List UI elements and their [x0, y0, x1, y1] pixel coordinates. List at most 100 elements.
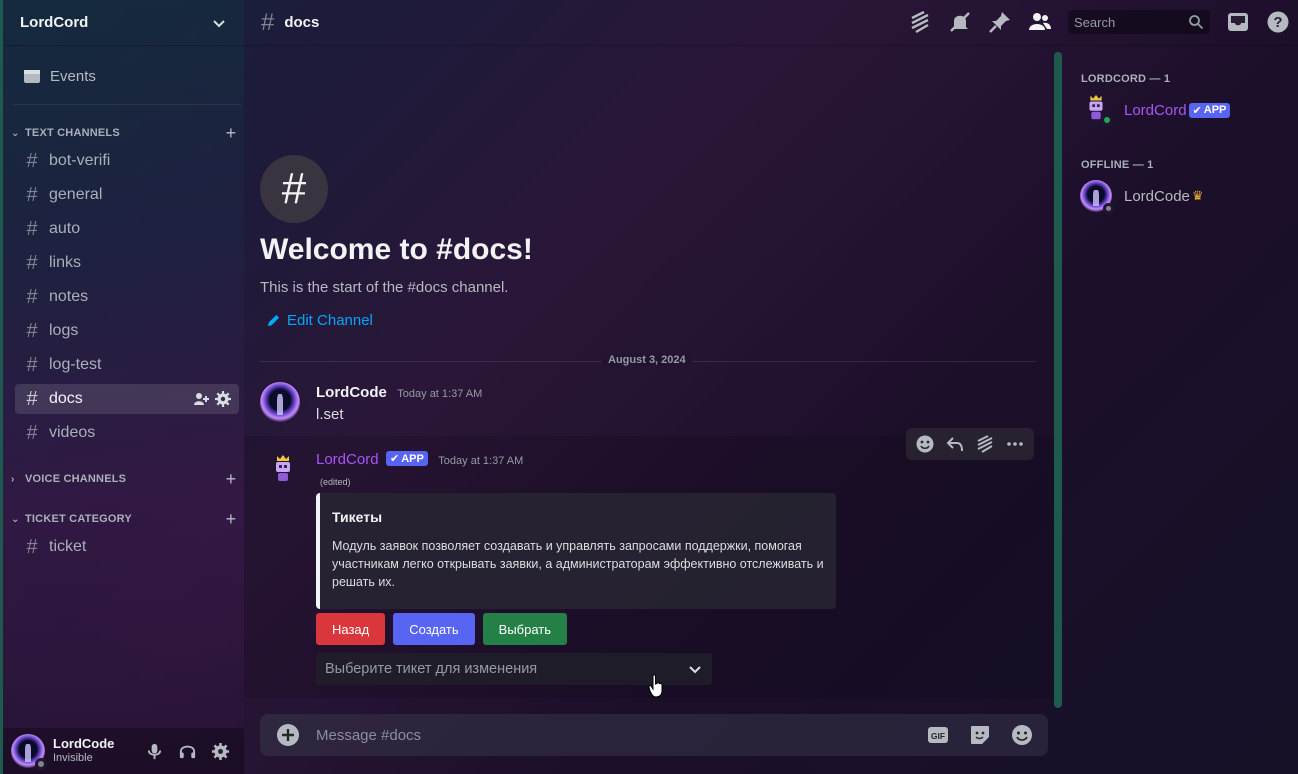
- gif-icon[interactable]: GIF: [926, 723, 950, 747]
- category-ticket[interactable]: ⌄ TICKET CATEGORY +: [11, 510, 239, 528]
- message-timestamp: Today at 1:37 AM: [397, 388, 483, 400]
- message-content: l.set: [316, 406, 344, 423]
- svg-text:?: ?: [1273, 14, 1282, 31]
- member-name: LordCode: [1124, 187, 1190, 205]
- threads-icon[interactable]: [908, 10, 932, 34]
- more-icon[interactable]: [1005, 434, 1025, 454]
- notifications-muted-icon[interactable]: [948, 10, 972, 34]
- edit-channel-link[interactable]: Edit Channel: [266, 312, 373, 329]
- member-item[interactable]: LordCode ♛: [1080, 178, 1204, 214]
- member-group-header: LORDCORD — 1: [1081, 73, 1171, 85]
- channel-label: bot-verifi: [49, 152, 111, 169]
- message-composer[interactable]: Message #docs GIF: [260, 714, 1048, 756]
- avatar[interactable]: [260, 382, 300, 422]
- edited-label: (edited): [320, 477, 351, 487]
- channel-header: # docs Search ?: [244, 0, 1298, 46]
- create-button[interactable]: Создать: [393, 613, 475, 645]
- server-name: LordCord: [20, 14, 89, 31]
- inbox-icon[interactable]: [1226, 10, 1250, 34]
- channel-label: docs: [49, 390, 83, 407]
- channel-label: ticket: [49, 538, 87, 555]
- channel-label: log-test: [49, 356, 102, 373]
- add-channel-icon[interactable]: +: [223, 510, 239, 528]
- category-text-channels[interactable]: ⌄ TEXT CHANNELS +: [11, 124, 239, 142]
- channel-sidebar: LordCord Events ⌄ TEXT CHANNELS + # bot-…: [0, 0, 244, 774]
- channel-bot-verifi[interactable]: # bot-verifi: [15, 146, 239, 176]
- message-author[interactable]: LordCode: [316, 384, 387, 401]
- status-invisible-icon: [35, 758, 47, 770]
- channel-label: links: [49, 254, 82, 271]
- search-input[interactable]: Search: [1068, 10, 1210, 34]
- events-item[interactable]: Events: [17, 62, 239, 90]
- member-item[interactable]: LordCord ✔ APP: [1080, 92, 1231, 128]
- gear-icon[interactable]: [215, 391, 231, 407]
- channel-docs[interactable]: # docs: [15, 384, 239, 414]
- headphones-icon[interactable]: [178, 742, 197, 761]
- channel-links[interactable]: # links: [15, 248, 239, 278]
- chevron-down-icon: [213, 19, 225, 27]
- add-channel-icon[interactable]: +: [223, 124, 239, 142]
- invite-icon[interactable]: [193, 391, 209, 407]
- bot-avatar-icon[interactable]: [272, 454, 294, 484]
- app-badge: ✔ APP: [1188, 102, 1231, 118]
- hash-icon: #: [26, 149, 38, 172]
- chat-scrollbar[interactable]: [1054, 52, 1062, 708]
- embed-title: Тикеты: [332, 509, 383, 525]
- channel-label: auto: [49, 220, 81, 237]
- avatar[interactable]: [11, 734, 47, 770]
- member-name: LordCord: [1124, 101, 1187, 119]
- chevron-down-icon: [689, 666, 701, 674]
- app-badge-label: APP: [401, 452, 424, 465]
- message-timestamp: Today at 1:37 AM: [438, 455, 524, 467]
- reply-icon[interactable]: [945, 434, 965, 454]
- embed: Тикеты Модуль заявок позволяет создавать…: [316, 493, 836, 609]
- user-panel: LordCode Invisible: [3, 728, 244, 774]
- channel-notes[interactable]: # notes: [15, 282, 239, 312]
- hash-icon: #: [26, 217, 38, 240]
- message: LordCord ✔ APP Today at 1:37 AM: [316, 451, 523, 469]
- pin-icon[interactable]: [988, 10, 1012, 34]
- server-header[interactable]: LordCord: [3, 0, 244, 46]
- status-offline-icon: [1103, 203, 1114, 214]
- message: LordCode Today at 1:37 AM l.set: [316, 384, 482, 423]
- choose-button[interactable]: Выбрать: [482, 613, 568, 645]
- category-voice-channels[interactable]: › VOICE CHANNELS +: [11, 470, 239, 488]
- add-channel-icon[interactable]: +: [223, 470, 239, 488]
- category-label: TICKET CATEGORY: [25, 513, 132, 525]
- sticker-icon[interactable]: [968, 723, 992, 747]
- hash-icon: #: [261, 8, 275, 36]
- create-thread-icon[interactable]: [975, 434, 995, 454]
- channel-label: general: [49, 186, 103, 203]
- message-author[interactable]: LordCord: [316, 451, 379, 468]
- back-button[interactable]: Назад: [316, 613, 386, 645]
- embed-description: Модуль заявок позволяет создавать и упра…: [332, 539, 824, 589]
- sidebar-divider: [13, 104, 241, 105]
- search-icon: [1189, 15, 1204, 30]
- channel-label: notes: [49, 288, 89, 305]
- search-placeholder: Search: [1074, 14, 1116, 30]
- add-reaction-icon[interactable]: [915, 434, 935, 454]
- channel-ticket[interactable]: # ticket: [15, 532, 239, 562]
- member-list-icon[interactable]: [1028, 10, 1052, 34]
- status-online-icon: [1101, 114, 1113, 126]
- channel-auto[interactable]: # auto: [15, 214, 239, 244]
- microphone-icon[interactable]: [145, 742, 164, 761]
- channel-logs[interactable]: # logs: [15, 316, 239, 346]
- hash-icon: #: [26, 353, 38, 376]
- username: LordCode: [53, 736, 115, 751]
- help-icon[interactable]: ?: [1266, 10, 1290, 34]
- channel-title: docs: [284, 14, 320, 31]
- channel-log-test[interactable]: # log-test: [15, 350, 239, 380]
- upload-plus-icon[interactable]: [276, 723, 300, 747]
- button-row: Назад Создать Выбрать: [316, 613, 568, 645]
- gear-icon[interactable]: [211, 742, 230, 761]
- channel-videos[interactable]: # videos: [15, 418, 239, 448]
- emoji-icon[interactable]: [1010, 723, 1034, 747]
- welcome-title: Welcome to #docs!: [260, 233, 533, 266]
- app-badge: ✔ APP: [386, 451, 428, 466]
- user-info[interactable]: LordCode Invisible: [53, 737, 145, 765]
- channel-general[interactable]: # general: [15, 180, 239, 210]
- message-input[interactable]: Message #docs: [316, 727, 926, 744]
- date-divider-label: August 3, 2024: [602, 354, 692, 366]
- check-icon: ✔: [1192, 104, 1202, 117]
